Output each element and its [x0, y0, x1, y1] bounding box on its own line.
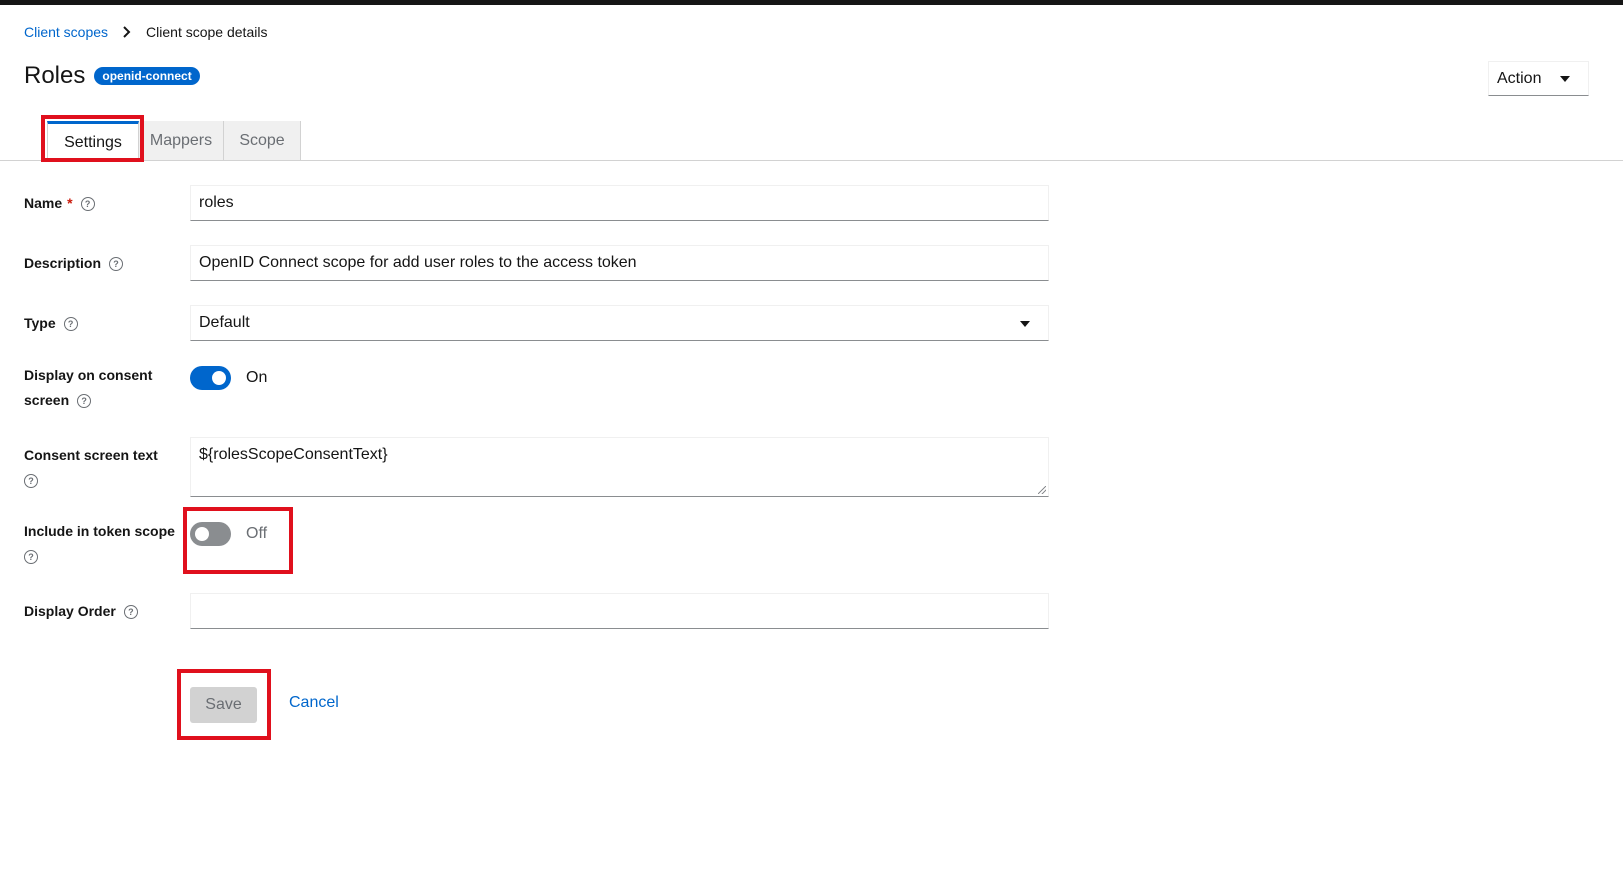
help-icon[interactable]: ? [63, 317, 78, 332]
name-input[interactable]: roles [190, 185, 1049, 221]
top-bar [0, 0, 1623, 5]
display-order-input[interactable] [190, 593, 1049, 629]
highlight-box-save-button [177, 669, 271, 740]
protocol-badge: openid-connect [94, 67, 200, 85]
breadcrumb: Client scopes Client scope details [24, 24, 267, 40]
tab-scope-label: Scope [239, 132, 285, 149]
help-icon[interactable]: ? [123, 605, 138, 620]
type-select[interactable]: Default [190, 305, 1049, 341]
display-on-consent-label: Display on consent screen? [24, 367, 153, 409]
action-label: Action [1497, 69, 1542, 87]
display-order-label: Display Order? [24, 599, 138, 624]
type-label: Type? [24, 311, 78, 336]
tab-scope[interactable]: Scope [224, 121, 301, 161]
caret-down-icon [1020, 321, 1030, 327]
breadcrumb-client-scopes-link[interactable]: Client scopes [24, 24, 108, 40]
highlight-box-include-token-toggle [183, 507, 293, 574]
page-header: Roles openid-connect [24, 62, 200, 90]
chevron-right-icon [123, 26, 131, 38]
help-icon[interactable]: ? [80, 197, 95, 212]
help-icon[interactable]: ? [24, 474, 38, 489]
caret-down-icon [1560, 76, 1570, 82]
cancel-button[interactable]: Cancel [289, 694, 339, 712]
help-icon[interactable]: ? [24, 550, 38, 565]
include-token-label: Include in token scope ? [24, 523, 175, 565]
consent-text-textarea[interactable]: ${rolesScopeConsentText} [190, 437, 1049, 497]
name-label: Name *? [24, 191, 95, 216]
description-input[interactable]: OpenID Connect scope for add user roles … [190, 245, 1049, 281]
action-dropdown[interactable]: Action [1488, 61, 1589, 96]
consent-text-label: Consent screen text ? [24, 447, 158, 489]
resize-handle-icon[interactable] [1038, 486, 1046, 494]
breadcrumb-current: Client scope details [146, 24, 268, 40]
description-label: Description? [24, 251, 124, 276]
toggle-knob [212, 371, 226, 385]
display-on-consent-toggle[interactable] [190, 366, 231, 390]
help-icon[interactable]: ? [109, 257, 124, 272]
page-title: Roles [24, 62, 86, 89]
tab-mappers-label: Mappers [149, 132, 213, 149]
help-icon[interactable]: ? [77, 394, 92, 409]
display-on-consent-state: On [246, 369, 268, 386]
required-marker: * [67, 195, 73, 211]
tabs-divider [0, 160, 1623, 161]
highlight-box-settings-tab [41, 115, 144, 162]
tab-mappers[interactable]: Mappers [139, 121, 224, 161]
